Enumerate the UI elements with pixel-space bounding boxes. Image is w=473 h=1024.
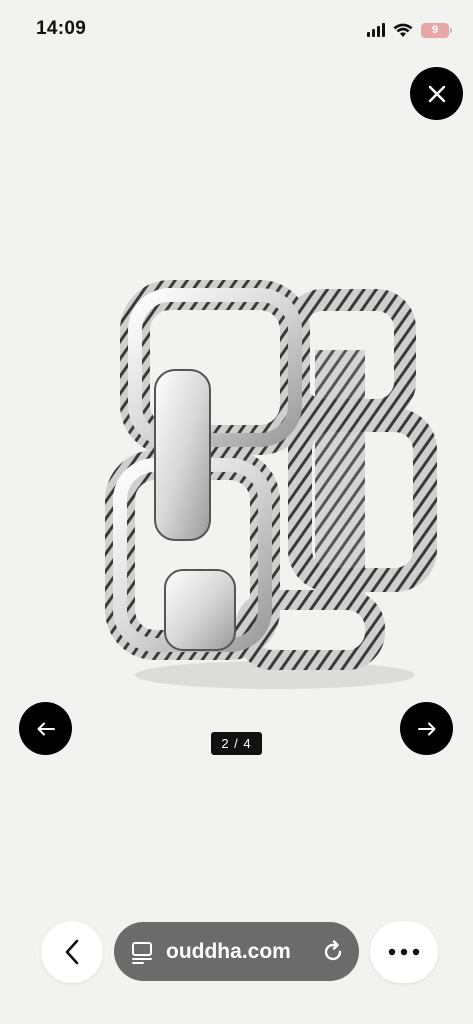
status-icons: 9: [367, 20, 452, 40]
arrow-right-icon: [417, 722, 435, 735]
next-image-button[interactable]: [400, 702, 453, 755]
close-icon: [428, 85, 445, 102]
wifi-icon: [393, 23, 413, 37]
close-button[interactable]: [410, 67, 463, 120]
reload-icon[interactable]: [321, 939, 345, 964]
battery-icon: 9: [421, 22, 452, 38]
signal-icon: [367, 23, 385, 37]
product-image-ring: [105, 280, 437, 689]
address-bar[interactable]: ouddha.com: [114, 922, 359, 981]
arrow-left-icon: [37, 722, 55, 735]
more-options-button[interactable]: [370, 921, 438, 983]
image-pager: 2 / 4: [211, 732, 262, 755]
status-bar: 14:09 9: [0, 0, 473, 60]
more-icon: [388, 948, 420, 956]
page-menu-icon[interactable]: [130, 940, 154, 964]
url-text[interactable]: ouddha.com: [166, 940, 321, 964]
battery-level: 9: [431, 24, 439, 36]
chevron-left-icon: [65, 939, 79, 965]
browser-back-button[interactable]: [41, 921, 103, 983]
previous-image-button[interactable]: [19, 702, 72, 755]
status-time: 14:09: [36, 18, 87, 39]
